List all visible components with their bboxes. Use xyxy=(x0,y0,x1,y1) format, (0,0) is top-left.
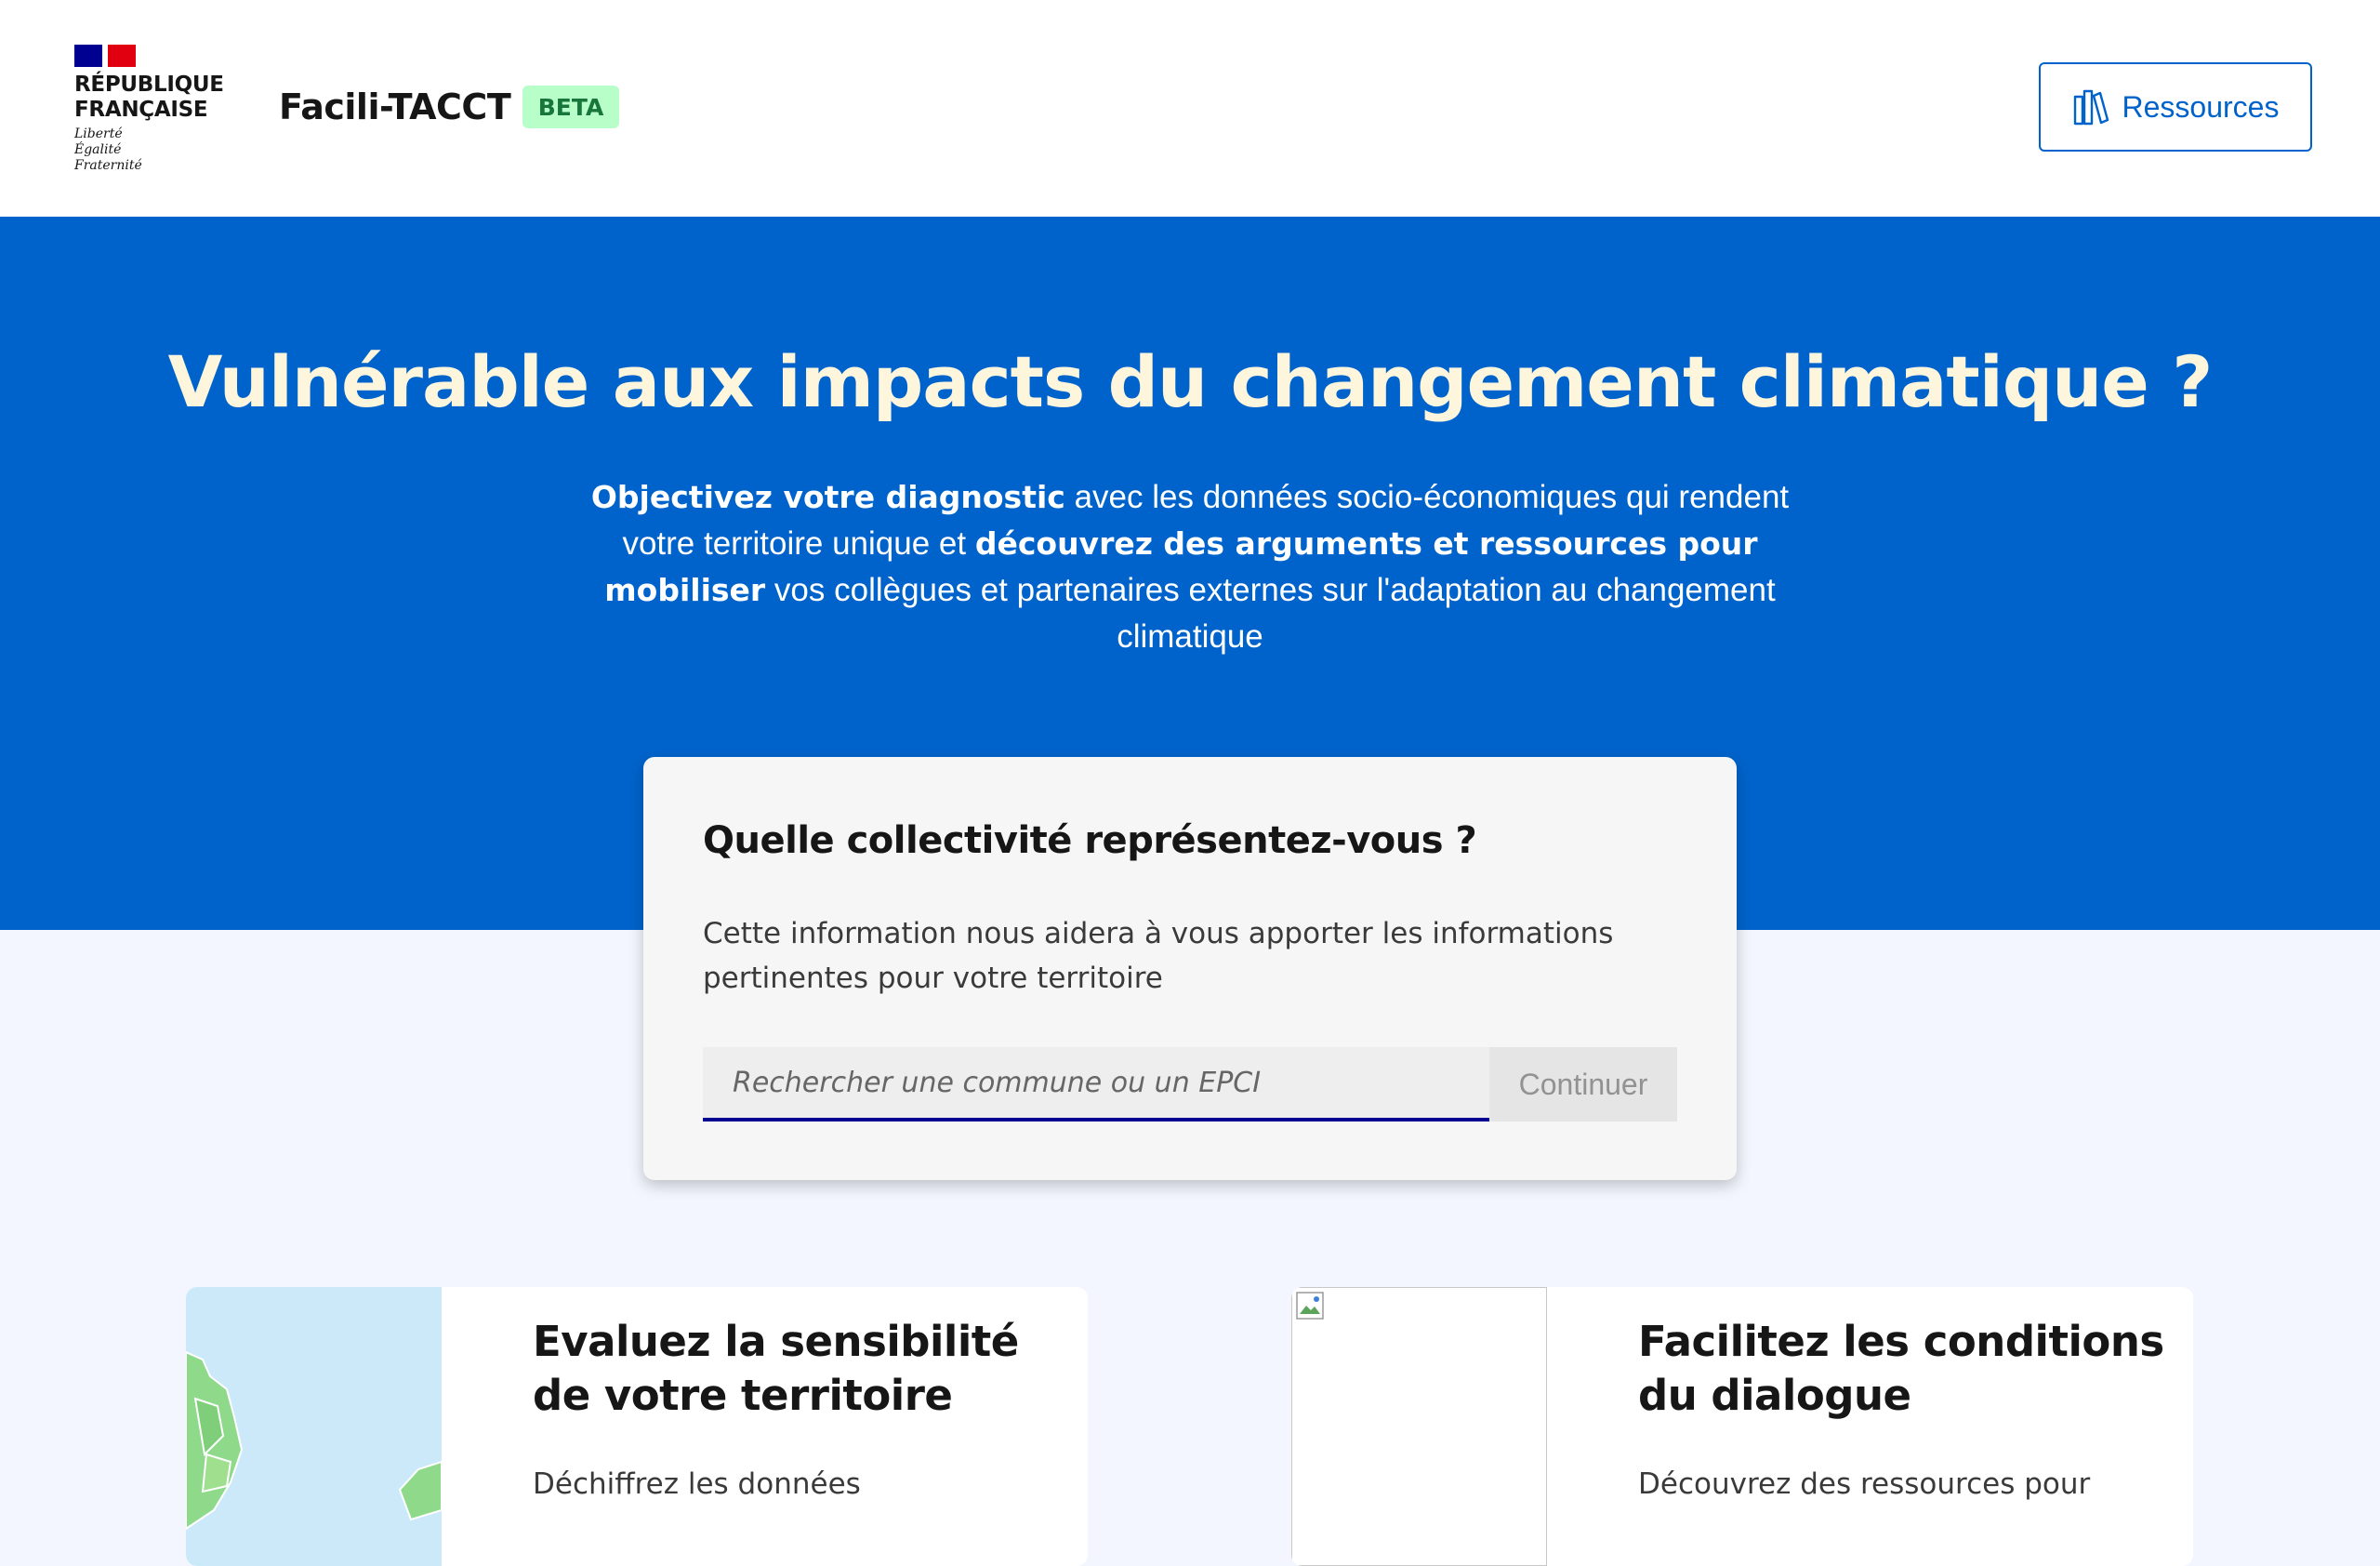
continue-button[interactable]: Continuer xyxy=(1489,1047,1677,1121)
feature-card-dialogue[interactable]: Facilitez les conditions du dialogue Déc… xyxy=(1291,1287,2193,1566)
republique-francaise-logo[interactable]: RÉPUBLIQUE FRANÇAISE Liberté Égalité Fra… xyxy=(74,45,260,184)
feature-title: Evaluez la sensibilité de votre territoi… xyxy=(533,1317,1019,1420)
logo-name-line-1: RÉPUBLIQUE xyxy=(74,73,224,97)
service-title-link[interactable]: Facili-TACCT xyxy=(279,82,511,132)
hero-subtitle: Objectivez votre diagnostic avec les don… xyxy=(576,474,1804,660)
hero-subtitle-text-2: vos collègues et partenaires externes su… xyxy=(765,572,1776,655)
logo-name-line-2: FRANÇAISE xyxy=(74,98,208,122)
broken-image-icon xyxy=(1296,1292,1324,1320)
logo-name: RÉPUBLIQUE FRANÇAISE xyxy=(74,73,260,123)
resources-button[interactable]: Ressources xyxy=(2039,62,2312,152)
search-card-question: Quelle collectivité représentez-vous ? xyxy=(703,819,1477,862)
logo-motto: Liberté Égalité Fraternité xyxy=(74,126,260,174)
hero-title: Vulnérable aux impacts du changement cli… xyxy=(167,340,2214,423)
commune-search-input[interactable] xyxy=(703,1047,1489,1121)
motto-line-1: Liberté xyxy=(74,126,123,141)
territory-map-image xyxy=(186,1287,443,1566)
feature-title: Facilitez les conditions du dialogue xyxy=(1638,1317,2164,1420)
beta-badge: BETA xyxy=(522,86,619,128)
hero-subtitle-bold-1: Objectivez votre diagnostic xyxy=(590,479,1065,515)
collectivity-search-card: Quelle collectivité représentez-vous ? C… xyxy=(643,757,1737,1180)
motto-line-3: Fraternité xyxy=(74,158,142,173)
search-card-help-text: Cette information nous aidera à vous app… xyxy=(703,917,1614,995)
marianne-flag-icon xyxy=(74,45,136,67)
feature-description: Découvrez des ressources pour xyxy=(1638,1467,2091,1501)
feature-card-sensibilite[interactable]: Evaluez la sensibilité de votre territoi… xyxy=(186,1287,1088,1566)
motto-line-2: Égalité xyxy=(74,142,122,157)
site-header: RÉPUBLIQUE FRANÇAISE Liberté Égalité Fra… xyxy=(0,0,2380,217)
resources-button-label: Ressources xyxy=(2122,89,2280,124)
broken-image-placeholder xyxy=(1291,1287,1547,1566)
books-icon xyxy=(2073,89,2109,126)
feature-description: Déchiffrez les données xyxy=(533,1467,861,1501)
